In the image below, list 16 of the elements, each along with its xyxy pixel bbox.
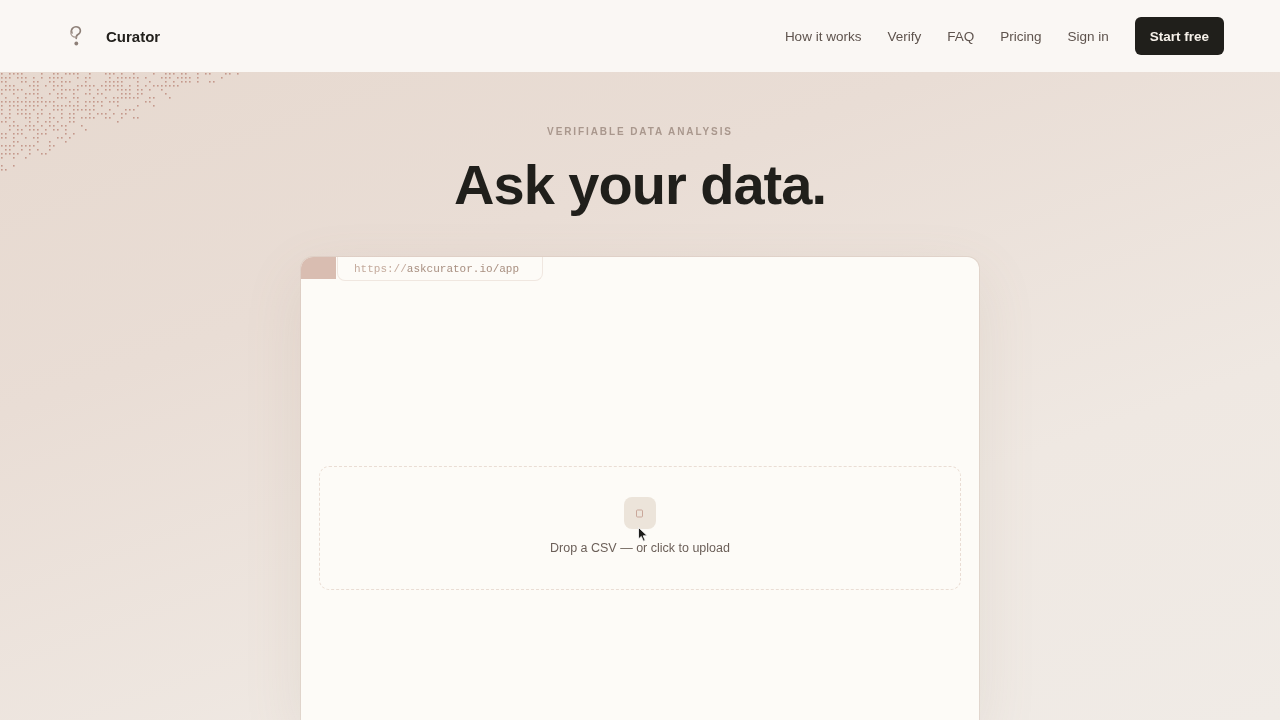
logo-icon <box>68 25 84 47</box>
file-drop-zone[interactable]: Drop a CSV — or click to upload <box>319 466 961 590</box>
file-icon <box>624 497 656 529</box>
start-free-button[interactable]: Start free <box>1134 17 1224 55</box>
upload-prompt: Drop a CSV — or click to upload <box>550 541 730 555</box>
nav-link[interactable]: FAQ <box>947 28 975 44</box>
nav-link[interactable]: Verify <box>887 28 922 44</box>
nav-link[interactable]: How it works <box>784 28 862 44</box>
nav-link[interactable]: Pricing <box>1000 28 1042 44</box>
eyebrow-text: VERIFIABLE DATA ANALYSIS <box>547 126 733 137</box>
corner-accent <box>301 257 336 279</box>
hero-title: Ask your data. <box>454 153 826 217</box>
nav-link[interactable]: Sign in <box>1067 28 1109 44</box>
mouse-pointer-icon <box>638 527 649 542</box>
url-text: https://askcurator.io/app <box>354 262 520 275</box>
brand-name: Curator <box>106 27 161 45</box>
